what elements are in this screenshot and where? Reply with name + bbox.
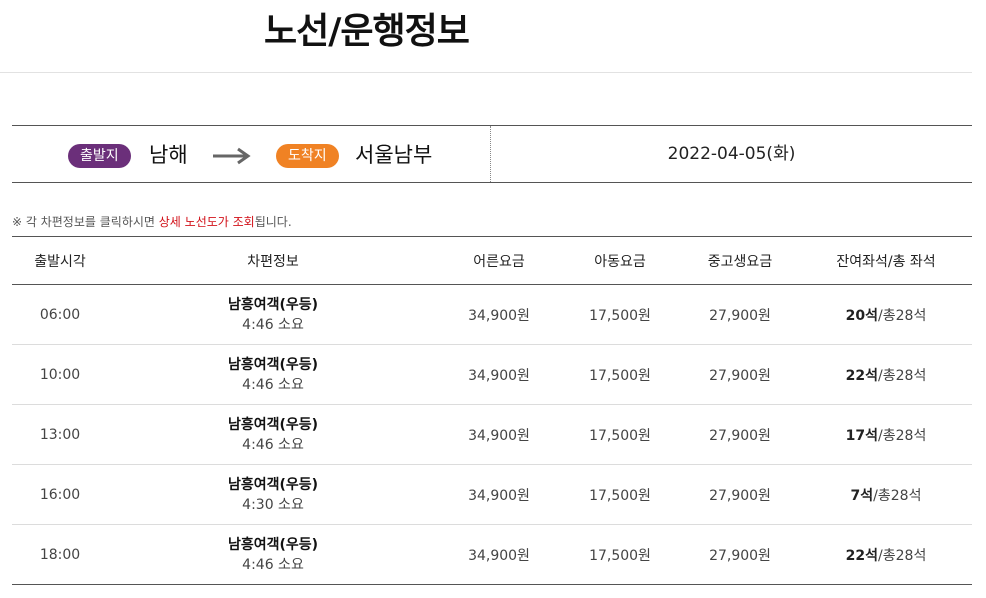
seats-remaining: 20석: [845, 307, 879, 324]
departure-time: 06:00: [12, 284, 108, 345]
departure-city: 남해: [149, 143, 188, 167]
route-summary: 출발지 남해 도착지 서울남부 2022-04-05(화): [12, 125, 972, 183]
seat-info: 17석/총28석: [800, 404, 972, 465]
bus-company: 남흥여객(우등): [227, 476, 319, 493]
adult-fare: 34,900원: [438, 284, 560, 345]
departure-badge: 출발지: [68, 144, 131, 168]
notice-highlight: 상세 노선도가 조회: [158, 215, 255, 229]
seats-total: /총28석: [878, 367, 927, 384]
departure-time: 18:00: [12, 524, 108, 585]
adult-fare: 34,900원: [438, 344, 560, 405]
child-fare: 17,500원: [560, 524, 680, 585]
seats-remaining: 7석: [850, 487, 874, 504]
bus-info[interactable]: 남흥여객(우등) 4:46 소요: [108, 344, 438, 405]
departure-time: 10:00: [12, 344, 108, 405]
travel-duration: 4:46 소요: [242, 556, 304, 573]
seat-info: 20석/총28석: [800, 284, 972, 345]
seats-remaining: 22석: [845, 547, 879, 564]
arrival-badge: 도착지: [276, 144, 339, 168]
child-fare: 17,500원: [560, 284, 680, 345]
travel-duration: 4:46 소요: [242, 316, 304, 333]
seats-total: /총28석: [878, 307, 927, 324]
title-divider: [0, 72, 972, 73]
departure-date: 2022-04-05(화): [667, 144, 796, 164]
adult-fare: 34,900원: [438, 404, 560, 465]
route-cities: 출발지 남해 도착지 서울남부: [12, 126, 491, 182]
seats-remaining: 17석: [845, 427, 879, 444]
table-row[interactable]: 18:00 남흥여객(우등) 4:46 소요 34,900원 17,500원 2…: [12, 524, 972, 585]
student-fare: 27,900원: [680, 524, 800, 585]
bus-company: 남흥여객(우등): [227, 416, 319, 433]
header-bus-info: 차편정보: [247, 253, 299, 270]
header-child-fare: 아동요금: [594, 253, 646, 270]
child-fare: 17,500원: [560, 464, 680, 525]
seat-info: 22석/총28석: [800, 344, 972, 405]
adult-fare: 34,900원: [438, 464, 560, 525]
travel-duration: 4:46 소요: [242, 376, 304, 393]
bus-info[interactable]: 남흥여객(우등) 4:46 소요: [108, 524, 438, 585]
bus-company: 남흥여객(우등): [227, 536, 319, 553]
table-header-row: 출발시각 차편정보 어른요금 아동요금 중고생요금 잔여좌석/총 좌석: [12, 236, 972, 285]
page-title: 노선/운행정보: [264, 11, 470, 52]
student-fare: 27,900원: [680, 464, 800, 525]
notice-prefix: ※ 각 차편정보를 클릭하시면: [12, 215, 159, 229]
right-arrow-icon: [213, 147, 251, 165]
seats-total: /총28석: [873, 487, 922, 504]
bus-info[interactable]: 남흥여객(우등) 4:46 소요: [108, 404, 438, 465]
travel-duration: 4:30 소요: [242, 496, 304, 513]
child-fare: 17,500원: [560, 404, 680, 465]
student-fare: 27,900원: [680, 344, 800, 405]
departure-time: 13:00: [12, 404, 108, 465]
bus-info[interactable]: 남흥여객(우등) 4:46 소요: [108, 284, 438, 345]
student-fare: 27,900원: [680, 404, 800, 465]
header-seats: 잔여좌석/총 좌석: [836, 253, 936, 270]
click-notice: ※ 각 차편정보를 클릭하시면 상세 노선도가 조회됩니다.: [12, 213, 292, 230]
seats-remaining: 22석: [845, 367, 879, 384]
student-fare: 27,900원: [680, 284, 800, 345]
table-row[interactable]: 10:00 남흥여객(우등) 4:46 소요 34,900원 17,500원 2…: [12, 344, 972, 405]
arrival-city: 서울남부: [355, 143, 433, 167]
header-adult-fare: 어른요금: [473, 253, 525, 270]
seat-info: 22석/총28석: [800, 524, 972, 585]
table-row[interactable]: 13:00 남흥여객(우등) 4:46 소요 34,900원 17,500원 2…: [12, 404, 972, 465]
schedule-table: 출발시각 차편정보 어른요금 아동요금 중고생요금 잔여좌석/총 좌석 06:0…: [12, 236, 972, 585]
bus-company: 남흥여객(우등): [227, 296, 319, 313]
table-row[interactable]: 06:00 남흥여객(우등) 4:46 소요 34,900원 17,500원 2…: [12, 284, 972, 345]
travel-duration: 4:46 소요: [242, 436, 304, 453]
table-row[interactable]: 16:00 남흥여객(우등) 4:30 소요 34,900원 17,500원 2…: [12, 464, 972, 525]
adult-fare: 34,900원: [438, 524, 560, 585]
notice-suffix: 됩니다.: [254, 215, 292, 229]
bus-company: 남흥여객(우등): [227, 356, 319, 373]
seats-total: /총28석: [878, 547, 927, 564]
header-departure-time: 출발시각: [34, 253, 86, 270]
seat-info: 7석/총28석: [800, 464, 972, 525]
departure-time: 16:00: [12, 464, 108, 525]
header-student-fare: 중고생요금: [707, 253, 773, 270]
child-fare: 17,500원: [560, 344, 680, 405]
seats-total: /총28석: [878, 427, 927, 444]
bus-info[interactable]: 남흥여객(우등) 4:30 소요: [108, 464, 438, 525]
